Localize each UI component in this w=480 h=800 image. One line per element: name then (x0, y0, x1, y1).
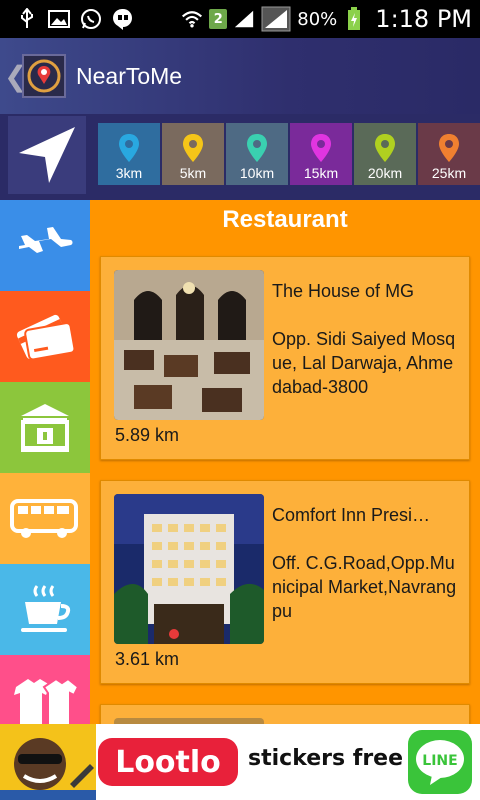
range-bar: 3km 5km 10km 15km 20km 25km (0, 114, 480, 200)
place-address: Off. C.G.Road,Opp.Municipal Market,Navra… (272, 553, 457, 621)
place-distance: 3.61 km (115, 649, 180, 669)
signal-icon-boxed (261, 6, 291, 32)
app-title: NearToMe (76, 62, 183, 89)
place-photo (114, 494, 264, 644)
range-option[interactable]: 15km (290, 123, 352, 185)
usb-icon (16, 8, 38, 30)
category-clothing[interactable] (0, 655, 90, 724)
results-panel: Restaurant The House of MG Opp. Sidi Sai… (90, 200, 480, 724)
place-address: Opp. Sidi Saiyed Mosque, Lal Darwaja, Ah… (272, 329, 456, 397)
place-name: The House of MG (272, 281, 415, 301)
place-distance: 5.89 km (115, 425, 180, 445)
location-pin-icon (375, 134, 395, 162)
location-pin-icon (247, 134, 267, 162)
gallery-icon (48, 8, 70, 30)
airplane-icon (19, 226, 73, 253)
range-option[interactable]: 25km (418, 123, 480, 185)
wifi-icon (181, 8, 203, 30)
coffee-cup-icon (21, 584, 71, 632)
app-logo[interactable] (22, 54, 66, 98)
category-cafe[interactable] (0, 564, 90, 655)
range-label: 10km (239, 165, 275, 181)
ad-tagline: stickers free (248, 746, 404, 771)
bus-icon (10, 498, 78, 538)
bank-icon (21, 403, 69, 452)
range-label: 20km (367, 165, 403, 181)
line-label: LINE (422, 753, 457, 769)
ad-character-image (0, 724, 96, 800)
battery-percent: 80% (297, 8, 338, 30)
place-card[interactable] (100, 704, 470, 724)
hangouts-icon (112, 8, 134, 30)
range-label: 3km (115, 165, 143, 181)
signal-icon (233, 8, 255, 30)
range-option[interactable]: 20km (354, 123, 416, 185)
category-airport[interactable] (0, 200, 90, 291)
ad-banner[interactable]: Lootlo stickers free LINE (0, 724, 480, 800)
place-photo (114, 270, 264, 420)
ad-brand-button[interactable]: Lootlo (98, 738, 238, 786)
location-pin-icon (439, 134, 459, 162)
place-name: Comfort Inn Presi… (272, 505, 431, 525)
notification-badge: 2 (209, 9, 228, 29)
whatsapp-icon (80, 8, 102, 30)
range-list: 3km 5km 10km 15km 20km 25km (98, 123, 480, 185)
location-pin-icon (119, 134, 139, 162)
back-icon[interactable]: ❮ (4, 60, 27, 93)
range-option[interactable]: 3km (98, 123, 160, 185)
clothes-icon (14, 677, 80, 724)
range-option[interactable]: 5km (162, 123, 224, 185)
action-bar: ❮ NearToMe (0, 38, 480, 114)
place-card[interactable]: Comfort Inn Presi… Off. C.G.Road,Opp.Mun… (100, 480, 470, 684)
range-option[interactable]: 10km (226, 123, 288, 185)
range-label: 15km (303, 165, 339, 181)
place-card[interactable]: The House of MG Opp. Sidi Saiyed Mosque,… (100, 256, 470, 460)
battery-charging-icon (343, 7, 365, 30)
clock: 1:18 PM (375, 5, 472, 33)
range-label: 25km (431, 165, 467, 181)
navigation-button[interactable] (8, 116, 86, 194)
location-pin-icon (183, 134, 203, 162)
category-bus[interactable] (0, 473, 90, 564)
navigation-arrow-icon (19, 127, 75, 183)
location-pin-icon (311, 134, 331, 162)
card-icon (16, 314, 76, 360)
status-bar: 2 80% 1:18 PM (0, 0, 480, 38)
category-bank[interactable] (0, 382, 90, 473)
line-logo-icon: LINE (408, 730, 472, 794)
section-title: Restaurant (222, 206, 348, 233)
category-atm[interactable] (0, 291, 90, 382)
range-label: 5km (179, 165, 207, 181)
category-sidebar (0, 200, 90, 724)
